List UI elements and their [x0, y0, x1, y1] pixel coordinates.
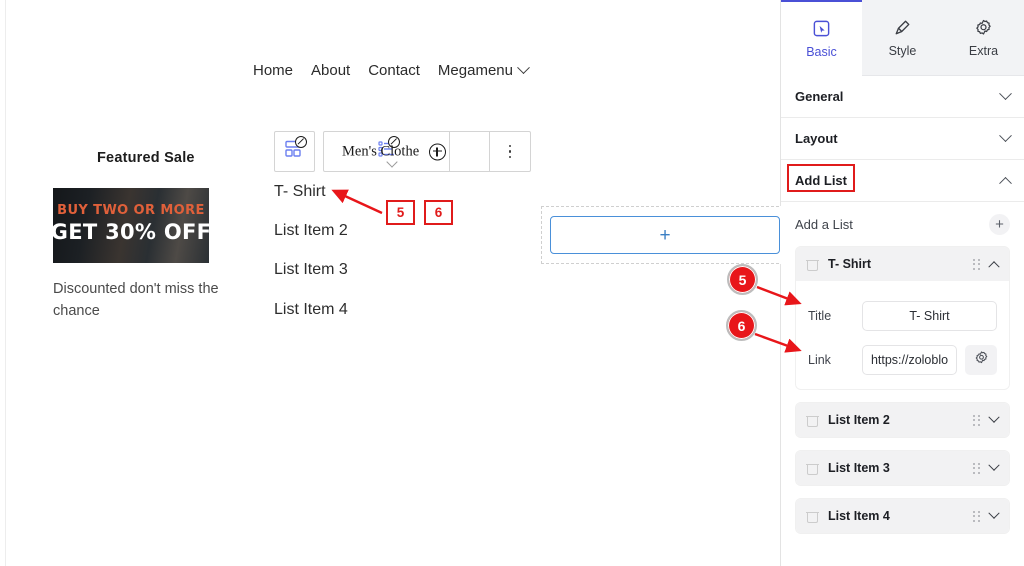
promo-line-1: BUY TWO OR MORE: [57, 203, 205, 218]
tab-extra-label: Extra: [968, 44, 999, 58]
nav-link-megamenu-label: Megamenu: [437, 62, 513, 79]
widget-toolbar-spacer: [449, 132, 489, 171]
field-link-label: Link: [808, 353, 831, 367]
list-item-header[interactable]: List Item 3: [796, 451, 1009, 485]
nav-link-home[interactable]: Home: [253, 62, 293, 79]
add-list-item-button[interactable]: +: [989, 213, 1010, 235]
list-item-card: T- Shirt Title T- Shirt Link https://zol…: [795, 246, 1010, 390]
nav-link-about[interactable]: About: [311, 62, 350, 79]
widget-more-button[interactable]: [489, 132, 530, 171]
annotation-marker-6: 6: [726, 310, 757, 341]
add-a-list-label: Add a List: [795, 216, 853, 232]
highlight-box-add-list: [787, 164, 855, 192]
cursor-box-icon: [812, 18, 831, 38]
plus-circle-icon[interactable]: [429, 143, 446, 160]
promo-line-2: GET 30% OFF: [53, 220, 209, 244]
trash-icon[interactable]: [806, 510, 819, 523]
widget-toolbar-label: Men's Clothe: [342, 143, 420, 159]
chevron-down-icon: [988, 507, 1000, 519]
chevron-up-icon: [988, 261, 1000, 273]
canvas-list-widget: T- Shirt List Item 2 List Item 3 List It…: [274, 182, 348, 339]
widget-edit-toolbar: Men's Clothe: [274, 131, 531, 172]
annotation-rect-5: 5: [386, 200, 415, 225]
add-a-list-row: Add a List +: [781, 202, 1024, 246]
tab-style[interactable]: Style: [862, 0, 943, 76]
tab-basic[interactable]: Basic: [781, 0, 862, 76]
paintbrush-icon: [893, 17, 912, 37]
list-item[interactable]: List Item 3: [274, 260, 348, 279]
field-title-label: Title: [808, 309, 832, 323]
nav-link-contact[interactable]: Contact: [368, 62, 420, 79]
link-input[interactable]: https://zoloblo: [862, 345, 957, 375]
disabled-badge-icon: [294, 136, 307, 148]
chevron-up-icon: [999, 176, 1012, 190]
title-input[interactable]: T- Shirt: [862, 301, 997, 331]
widget-handle-button[interactable]: Men's Clothe: [324, 132, 449, 171]
list-item[interactable]: List Item 2: [274, 221, 348, 240]
list-item-card: List Item 4: [795, 498, 1010, 534]
site-navigation: Home About Contact Megamenu: [253, 61, 530, 79]
chevron-down-icon: [999, 87, 1012, 101]
list-item-card: List Item 3: [795, 450, 1010, 486]
settings-panel: Basic Style Extra General Layout Add Lis…: [781, 0, 1024, 566]
drag-handle-icon[interactable]: [973, 510, 980, 522]
list-item[interactable]: List Item 4: [274, 300, 348, 319]
featured-sale-heading: Featured Sale: [97, 150, 195, 166]
tab-style-label: Style: [888, 44, 917, 58]
chevron-down-icon: [517, 61, 530, 75]
section-layout[interactable]: Layout: [781, 118, 1024, 160]
field-link: Link https://zoloblo: [808, 345, 997, 375]
more-vertical-icon: [508, 144, 512, 159]
column-layout-icon: [284, 136, 307, 164]
drag-handle-icon[interactable]: [973, 462, 980, 474]
section-add-list-wrap: Add List: [781, 160, 1024, 202]
tab-basic-label: Basic: [806, 45, 837, 59]
field-title: Title T- Shirt: [808, 301, 997, 331]
column-handle-button[interactable]: [274, 131, 315, 172]
add-section-dropzone: +: [541, 206, 789, 264]
list-item-card: List Item 2: [795, 402, 1010, 438]
list-item-body: Title T- Shirt Link https://zoloblo: [796, 281, 1009, 389]
section-general[interactable]: General: [781, 76, 1024, 118]
trash-icon[interactable]: [806, 462, 819, 475]
tab-extra[interactable]: Extra: [943, 0, 1024, 76]
canvas-page: Home About Contact Megamenu Featured Sal…: [5, 0, 789, 566]
list-item-name: T- Shirt: [828, 257, 872, 271]
annotation-rect-6: 6: [424, 200, 453, 225]
editor-canvas: Home About Contact Megamenu Featured Sal…: [0, 0, 789, 566]
plus-icon: +: [995, 215, 1004, 233]
trash-icon[interactable]: [806, 414, 819, 427]
widget-toolbar-group: Men's Clothe: [323, 131, 531, 172]
list-item-header[interactable]: List Item 2: [796, 403, 1009, 437]
list-item-name: List Item 3: [828, 461, 890, 475]
gear-icon: [974, 350, 989, 370]
annotation-marker-5: 5: [727, 264, 758, 295]
chevron-down-icon: [988, 411, 1000, 423]
list-item-name: List Item 2: [828, 413, 890, 427]
list-item[interactable]: T- Shirt: [274, 182, 348, 201]
promo-description: Discounted don't miss the chance: [53, 281, 219, 320]
trash-icon[interactable]: [806, 258, 819, 271]
panel-content: General Layout Add List Add a List + T- …: [781, 76, 1024, 566]
list-item-header[interactable]: List Item 4: [796, 499, 1009, 533]
link-options-button[interactable]: [965, 345, 997, 375]
list-item-name: List Item 4: [828, 509, 890, 523]
list-item-header[interactable]: T- Shirt: [796, 247, 1009, 281]
nav-link-megamenu[interactable]: Megamenu: [437, 61, 530, 79]
add-section-button[interactable]: +: [550, 216, 780, 254]
section-general-label: General: [795, 89, 844, 104]
panel-tabs: Basic Style Extra: [781, 0, 1024, 76]
drag-handle-icon[interactable]: [973, 414, 980, 426]
chevron-down-icon: [999, 129, 1012, 143]
drag-handle-icon[interactable]: [973, 258, 980, 270]
promo-banner-image: BUY TWO OR MORE GET 30% OFF: [53, 188, 209, 263]
gear-icon: [974, 17, 993, 37]
chevron-down-icon: [988, 459, 1000, 471]
app-root: Home About Contact Megamenu Featured Sal…: [0, 0, 1024, 566]
section-layout-label: Layout: [795, 131, 838, 146]
